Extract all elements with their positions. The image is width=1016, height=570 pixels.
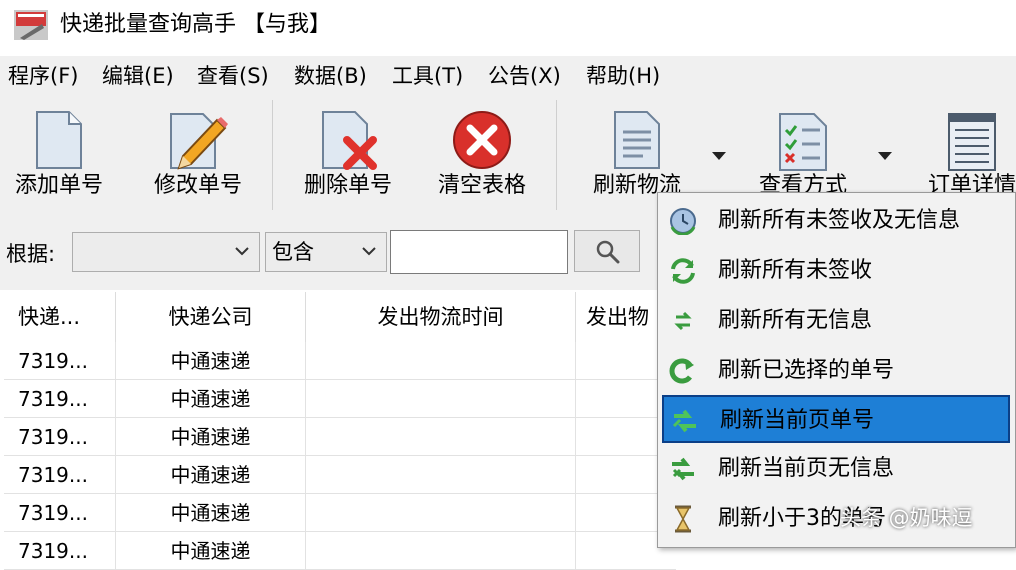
- filter-label: 根据:: [6, 242, 56, 266]
- refresh-arrows-icon: [671, 258, 695, 284]
- menu-item-label: 刷新已选择的单号: [718, 358, 895, 383]
- column-header-number[interactable]: 快递...: [4, 292, 116, 342]
- refresh-selected-icon: [669, 358, 694, 384]
- refresh-small-icon: [674, 311, 692, 331]
- cell-company: 中通速递: [116, 456, 306, 494]
- menu-notice[interactable]: 公告(X): [488, 60, 561, 92]
- match-select[interactable]: 包含: [265, 232, 387, 272]
- menu-item-label: 刷新当前页无信息: [718, 456, 895, 481]
- toolbar-separator: [556, 100, 557, 210]
- cell-ship-time: [306, 532, 576, 570]
- column-header-ship-time[interactable]: 发出物流时间: [306, 292, 576, 342]
- toolbar-separator: [272, 100, 273, 210]
- menu-item-label: 刷新当前页单号: [720, 408, 875, 433]
- view-dropdown-icon[interactable]: [878, 152, 892, 160]
- cell-company: 中通速递: [116, 342, 306, 380]
- menu-item-refresh-unsigned[interactable]: 刷新所有未签收: [662, 247, 1010, 295]
- menu-item-label: 刷新所有无信息: [718, 308, 873, 333]
- clear-table-label: 清空表格: [437, 173, 526, 198]
- add-number-label: 添加单号: [14, 173, 103, 198]
- menu-help[interactable]: 帮助(H): [586, 60, 660, 92]
- menu-bar: 程序(F) 编辑(E) 查看(S) 数据(B) 工具(T) 公告(X) 帮助(H…: [0, 56, 1016, 96]
- cell-ship-time: [306, 342, 576, 380]
- menu-item-label: 刷新所有未签收: [718, 258, 873, 283]
- cell-number: 7319...: [4, 456, 116, 494]
- order-list-icon: [948, 113, 996, 171]
- menu-item-label: 刷新所有未签收及无信息: [718, 208, 961, 233]
- cell-ship-time: [306, 418, 576, 456]
- refresh-dropdown-menu: 刷新所有未签收及无信息 刷新所有未签收 刷新所有无信息 刷新已选择的单号 刷新当…: [657, 192, 1016, 548]
- window-title: 快递批量查询高手 【与我】: [60, 12, 331, 37]
- match-select-value: 包含: [272, 240, 314, 264]
- clear-circle-x-icon: [453, 111, 511, 169]
- document-icon: [36, 111, 82, 169]
- cell-number: 7319...: [4, 342, 116, 380]
- refresh-clock-icon: [670, 208, 696, 235]
- hourglass-icon: [675, 505, 691, 533]
- refresh-page-noinfo-icon: [672, 457, 694, 481]
- search-icon: [596, 240, 620, 264]
- checklist-icon: [779, 113, 827, 171]
- delete-number-button[interactable]: 删除单号: [296, 96, 400, 214]
- menu-item-refresh-unsigned-and-noinfo[interactable]: 刷新所有未签收及无信息: [662, 197, 1010, 245]
- edit-pencil-icon: [170, 113, 228, 170]
- field-select[interactable]: [72, 232, 260, 272]
- edit-number-button[interactable]: 修改单号: [146, 96, 250, 214]
- cell-number: 7319...: [4, 418, 116, 456]
- cell-company: 中通速递: [116, 532, 306, 570]
- menu-edit[interactable]: 编辑(E): [102, 60, 174, 92]
- cell-company: 中通速递: [116, 494, 306, 532]
- chevron-down-icon: [362, 247, 376, 256]
- refresh-document-icon: [614, 111, 660, 169]
- title-bar: 快递批量查询高手 【与我】: [0, 0, 1016, 52]
- watermark: 头条 @奶味逗: [840, 506, 973, 530]
- cell-ship-time: [306, 494, 576, 532]
- edit-number-label: 修改单号: [153, 173, 242, 198]
- cell-number: 7319...: [4, 494, 116, 532]
- clear-table-button[interactable]: 清空表格: [430, 96, 534, 214]
- column-header-company[interactable]: 快递公司: [116, 292, 306, 342]
- cell-company: 中通速递: [116, 380, 306, 418]
- refresh-page-icon: [672, 409, 696, 433]
- cell-number: 7319...: [4, 532, 116, 570]
- refresh-dropdown-icon[interactable]: [712, 152, 726, 160]
- cell-company: 中通速递: [116, 418, 306, 456]
- search-button[interactable]: [574, 230, 640, 272]
- menu-program[interactable]: 程序(F): [8, 60, 78, 92]
- menu-tools[interactable]: 工具(T): [392, 60, 463, 92]
- cell-ship-time: [306, 380, 576, 418]
- chevron-down-icon: [235, 247, 249, 256]
- delete-number-label: 删除单号: [303, 173, 392, 198]
- menu-item-refresh-selected[interactable]: 刷新已选择的单号: [662, 347, 1010, 395]
- delete-document-icon: [322, 111, 377, 170]
- menu-item-refresh-noinfo[interactable]: 刷新所有无信息: [662, 297, 1010, 345]
- cell-ship-time: [306, 456, 576, 494]
- cell-number: 7319...: [4, 380, 116, 418]
- app-logo-icon: [14, 10, 48, 40]
- menu-item-refresh-current-page[interactable]: 刷新当前页单号: [662, 395, 1010, 443]
- search-input[interactable]: [390, 230, 568, 274]
- add-number-button[interactable]: 添加单号: [6, 96, 112, 214]
- menu-item-refresh-current-page-noinfo[interactable]: 刷新当前页无信息: [662, 445, 1010, 493]
- menu-view[interactable]: 查看(S): [197, 60, 269, 92]
- menu-data[interactable]: 数据(B): [294, 60, 367, 92]
